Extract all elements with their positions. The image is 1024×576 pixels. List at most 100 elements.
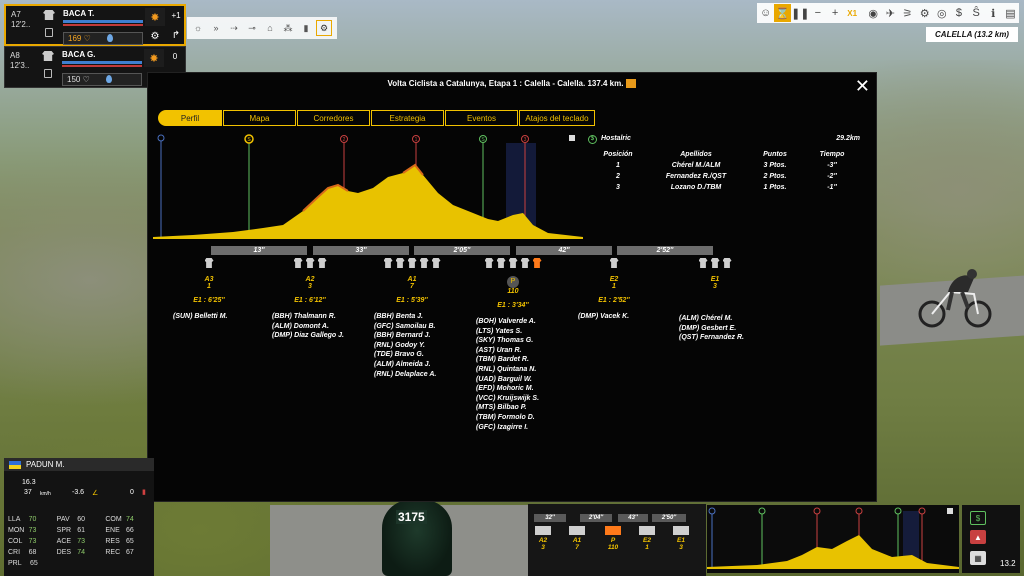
gap-segment: 2'52'' — [617, 246, 713, 255]
group-column[interactable]: A1 7 E1 : 5'39'' (BBH) Benta J. (GFC) Sa… — [362, 258, 462, 379]
mini-groups-panel[interactable]: 32'' 2'04'' 43'' 2'50'' A2 3 A1 7 P 110 E2 1… — [528, 504, 706, 576]
skill-label: PRL — [8, 560, 22, 567]
minus-icon[interactable]: − — [809, 4, 826, 22]
group-column[interactable]: E1 3 (ALM) Chérel M. (DMP) Gesbert E. (Q… — [665, 258, 765, 343]
group-category: P — [507, 276, 519, 288]
tab-corredores[interactable]: Corredores — [297, 110, 370, 126]
bib-number: 3175 — [396, 510, 427, 524]
bottle-icon[interactable]: ▮ — [298, 20, 314, 36]
modal-title: Volta Ciclista a Catalunya, Etapa 1 : Ca… — [148, 79, 876, 89]
effort-icon[interactable]: ✸ — [145, 8, 165, 26]
game-toolbar: ☺ ⌛ ❚❚ − + X1 ◉ ✈ ⚞ ⚙ ◎ $ Ŝ ℹ ▤ — [757, 3, 1019, 23]
attack-icon[interactable]: ☼ — [190, 20, 206, 36]
mini-group: E1 3 — [670, 526, 692, 551]
effort-icon[interactable]: ✸ — [144, 49, 164, 67]
stats-extra: 0 — [130, 489, 134, 496]
jersey-icon — [639, 526, 655, 535]
tab-mapa[interactable]: Mapa — [223, 110, 296, 126]
toolbox-icon[interactable]: ▤ — [1002, 4, 1019, 22]
gear-icon[interactable]: ⚙ — [916, 4, 933, 22]
mini-count: 3 — [541, 544, 545, 551]
skill-value: 65 — [125, 538, 134, 545]
settings-icon[interactable]: ⚙ — [316, 20, 332, 36]
group-column[interactable]: A2 3 E1 : 6'12'' (BBH) Thalmann R. (ALM)… — [260, 258, 360, 341]
drink-icon[interactable] — [45, 28, 53, 37]
col-posicion: Posición — [603, 151, 633, 158]
plus-icon[interactable]: + — [826, 4, 843, 22]
cell-time: -1'' — [827, 184, 837, 191]
finish-flag-icon[interactable]: ▦ — [970, 551, 986, 565]
hourglass-icon[interactable]: ⌛ — [774, 4, 792, 22]
group-column[interactable]: A3 1 E1 : 6'25'' (SUN) Belletti M. — [159, 258, 259, 322]
skill-value: 68 — [28, 549, 37, 556]
mini-gap: 2'04'' — [580, 514, 612, 522]
close-icon[interactable]: ✕ — [855, 77, 870, 95]
follow-wheel-icon[interactable]: » — [208, 20, 224, 36]
pause-icon[interactable]: ❚❚ — [791, 4, 809, 22]
eye-icon[interactable]: ◉ — [865, 4, 882, 22]
drink-icon[interactable] — [44, 69, 52, 78]
group-count: 7 — [410, 283, 414, 290]
gap-segment: 2'05'' — [414, 246, 510, 255]
pull-icon[interactable]: ⊸ — [244, 20, 260, 36]
sprint-icon: $ — [588, 135, 597, 144]
skill-label: ACE — [56, 538, 72, 545]
jersey-icon — [673, 526, 689, 535]
tab-eventos[interactable]: Eventos — [445, 110, 518, 126]
rider-card-1[interactable]: A7 12'2.. BACA T. 169 ♡ ✸ ⚙ +1 ↱ — [4, 4, 186, 46]
speed-multiplier[interactable]: X1 — [844, 4, 861, 22]
mountain-icon[interactable]: ▲ — [970, 530, 986, 544]
group-category: A1 — [407, 276, 417, 283]
marker-label: 2 — [343, 137, 346, 143]
helicopter-icon[interactable]: ⚞ — [899, 4, 916, 22]
shelter-icon[interactable]: ⌂ — [262, 20, 278, 36]
rider-entry: (TBM) Bardet R. — [476, 356, 529, 364]
plane-icon[interactable]: ✈ — [882, 4, 899, 22]
sprint-icon[interactable]: Ŝ — [968, 4, 985, 22]
skill-label: SPR — [56, 527, 72, 534]
rider-stats-panel[interactable]: PADUN M. 16.3 37 km/h -3.6 ∠ 0 ▮ LLA 70 PA… — [4, 458, 154, 576]
cluster-icon[interactable]: ⁂ — [280, 20, 296, 36]
group-riders: (BBH) Benta J. (GFC) Samoilau B. (BBH) B… — [362, 312, 462, 379]
skill-label: DES — [56, 549, 72, 556]
cell-pos: 2 — [616, 173, 620, 180]
follow-icon[interactable]: ↱ — [168, 30, 184, 41]
tab-bar: Perfil Mapa Corredores Estrategia Evento… — [158, 110, 596, 126]
group-column[interactable]: P 110 E1 : 3'34'' (BOH) Valverde A. (LTS… — [463, 258, 563, 432]
group-column[interactable]: E2 1 E1 : 2'52'' (DMP) Vacek K. — [564, 258, 664, 322]
group-count: 3 — [713, 283, 717, 290]
info-icon[interactable]: ℹ — [985, 4, 1002, 22]
sprint-icon[interactable]: $ — [970, 511, 986, 525]
stage-info-modal: Volta Ciclista a Catalunya, Etapa 1 : Ca… — [147, 72, 877, 502]
mini-count: 110 — [607, 544, 619, 551]
jersey-icon — [496, 258, 506, 268]
tab-estrategia[interactable]: Estrategia — [371, 110, 444, 126]
rider-entry: (TDE) Bravo G. — [374, 351, 424, 359]
energy-value: 150 — [67, 75, 81, 84]
rider-entry: (DMP) Diaz Gallego J. — [272, 332, 344, 340]
stats-speed: 37 — [24, 489, 32, 496]
rider-entry: (ALM) Almeida J. — [374, 360, 431, 368]
gear-icon[interactable]: ⚙ — [145, 28, 165, 45]
cell-time: -3'' — [827, 162, 837, 169]
skill-label: COL — [8, 538, 23, 545]
target-icon[interactable]: ◎ — [933, 4, 950, 22]
rider-skills: LLA 70 PAV 60 COM 74 MON 73 SPR 61 ENE 66 COL 73 ACE… — [8, 516, 154, 571]
leader-jersey-icon — [532, 258, 542, 268]
rider-entry: (ALM) Domont A. — [272, 322, 329, 330]
dollar-icon[interactable]: $ — [950, 4, 967, 22]
tab-atajos[interactable]: Atajos del teclado — [519, 110, 595, 126]
table-row: 3 Lozano D./TBM 1 Ptos. -1'' — [588, 184, 868, 195]
gap-segment: 42'' — [516, 246, 612, 255]
relay-icon[interactable]: ⇢ — [226, 20, 242, 36]
mini-stage-profile[interactable] — [707, 505, 959, 573]
rider-entry: (RNL) Delaplace A. — [374, 370, 437, 378]
rider-entry: (RNL) Godoy Y. — [374, 341, 425, 349]
skills-row: COL 73 ACE 73 RES 65 — [8, 538, 154, 549]
skill-value: 61 — [77, 527, 86, 534]
user-icon[interactable]: ☺ — [757, 4, 774, 22]
tab-perfil[interactable]: Perfil — [158, 110, 222, 126]
jersey-icon — [293, 258, 303, 268]
rider-position: A8 — [10, 51, 20, 60]
group-count: 3 — [308, 283, 312, 290]
